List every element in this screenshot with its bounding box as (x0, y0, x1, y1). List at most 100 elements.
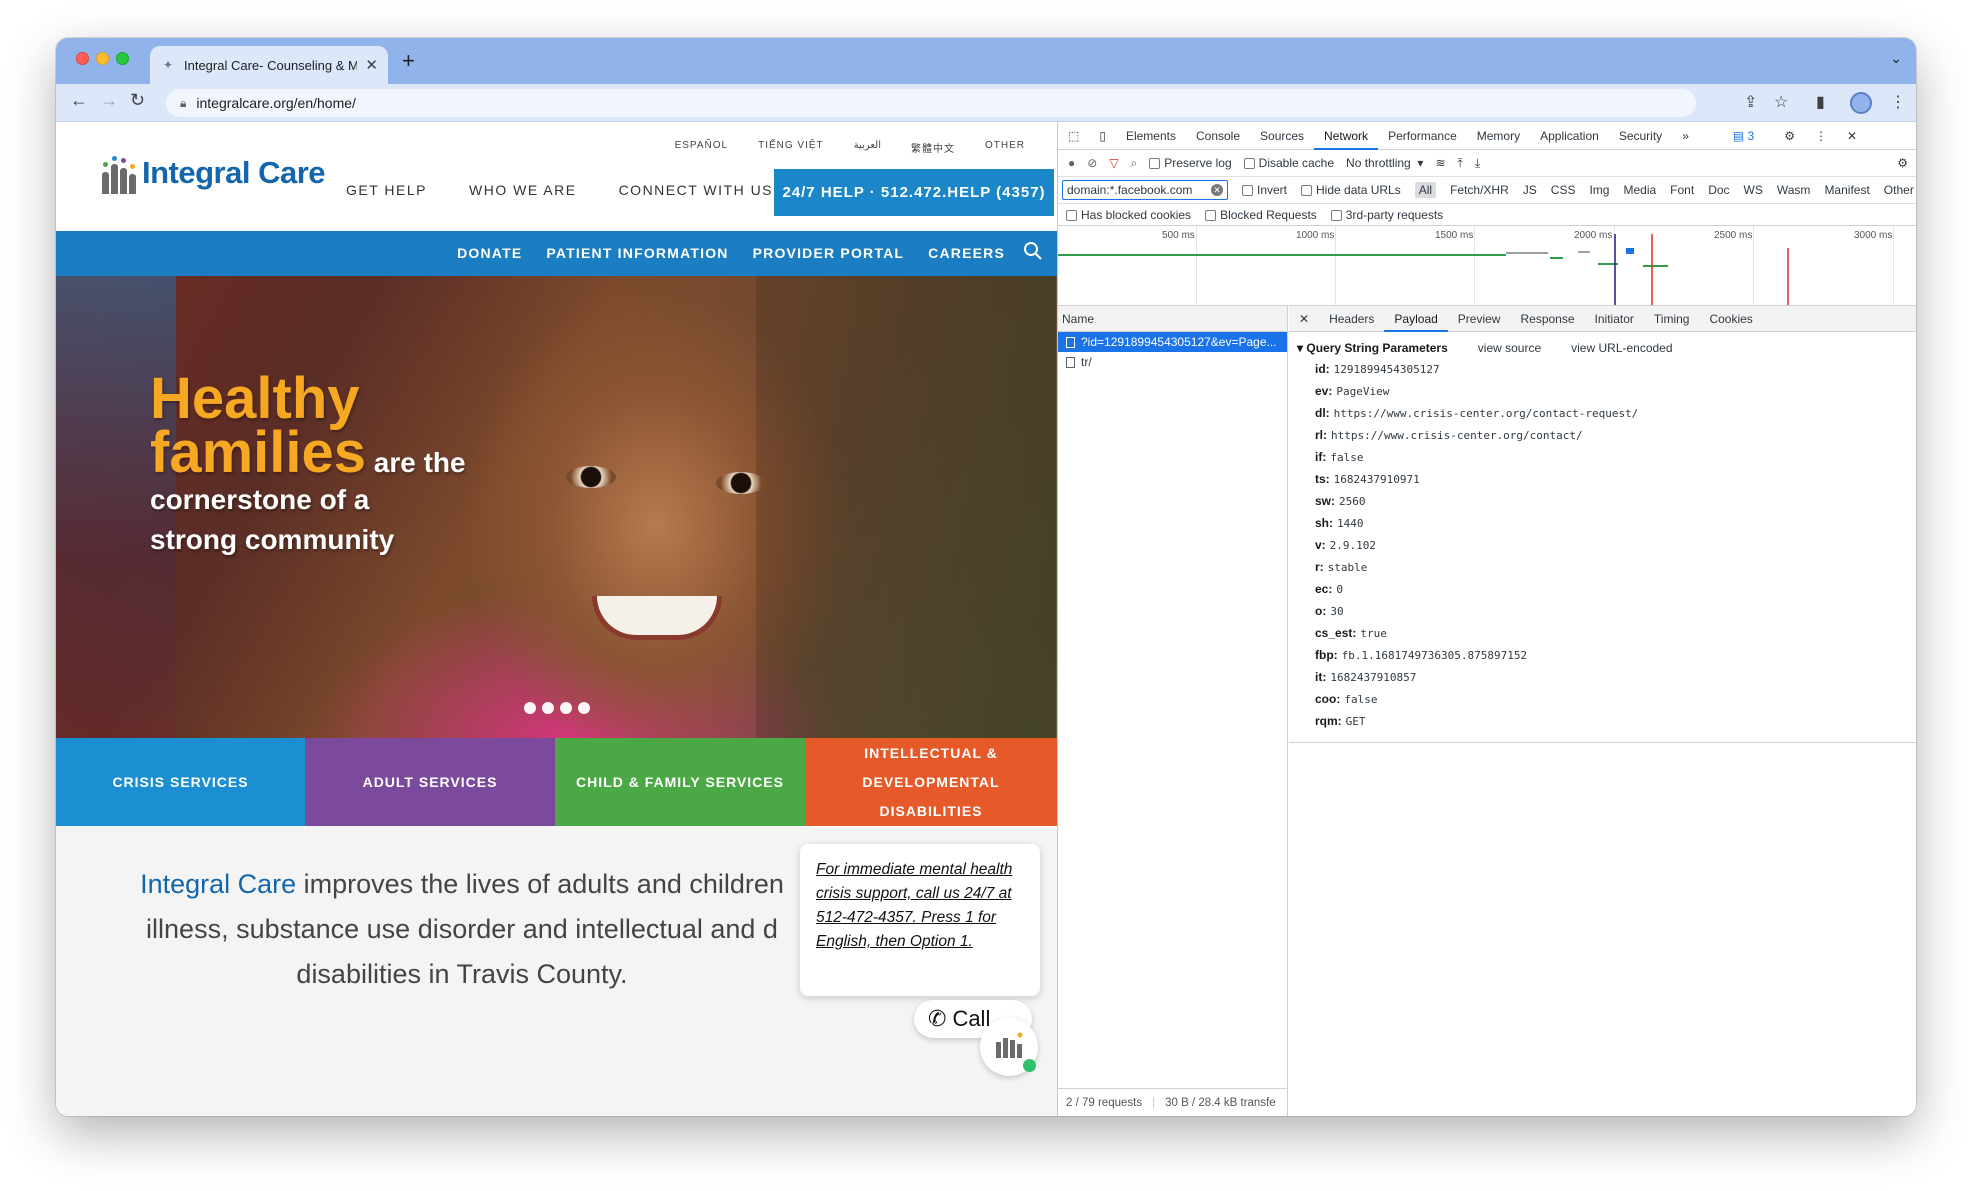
nav-donate[interactable]: DONATE (457, 245, 522, 261)
profile-avatar[interactable] (1850, 92, 1872, 114)
type-filter-other[interactable]: Other (1884, 183, 1914, 197)
carousel-dot[interactable] (524, 702, 536, 714)
maximize-window-button[interactable] (116, 52, 129, 65)
url-text[interactable]: integralcare.org/en/home/ (196, 95, 356, 111)
invert-checkbox[interactable]: Invert (1242, 183, 1287, 197)
name-column-header[interactable]: Name (1058, 306, 1287, 332)
side-panel-icon[interactable]: ▮ (1816, 92, 1825, 112)
tab-sources[interactable]: Sources (1250, 122, 1314, 150)
tile-idd-services[interactable]: INTELLECTUAL & DEVELOPMENTAL DISABILITIE… (805, 738, 1057, 826)
record-icon[interactable]: ● (1068, 156, 1075, 170)
site-logo[interactable]: Integral Care (100, 152, 326, 194)
close-devtools-icon[interactable]: ✕ (1837, 122, 1867, 150)
tab-initiator[interactable]: Initiator (1585, 306, 1644, 332)
tab-search-chevron-icon[interactable]: ⌄ (1890, 50, 1902, 67)
third-party-checkbox[interactable]: 3rd-party requests (1330, 208, 1443, 222)
tab-performance[interactable]: Performance (1378, 122, 1467, 150)
tile-child-family-services[interactable]: CHILD & FAMILY SERVICES (555, 738, 805, 826)
carousel-dot[interactable] (542, 702, 554, 714)
clear-filter-icon[interactable]: ✕ (1211, 184, 1223, 196)
nav-provider-portal[interactable]: PROVIDER PORTAL (753, 245, 905, 261)
tab-timing[interactable]: Timing (1644, 306, 1700, 332)
new-tab-icon[interactable]: + (402, 48, 415, 74)
nav-connect-with-us[interactable]: CONNECT WITH US (619, 182, 773, 198)
nav-patient-information[interactable]: PATIENT INFORMATION (546, 245, 728, 261)
tab-preview[interactable]: Preview (1448, 306, 1511, 332)
network-overview-timeline[interactable]: 500 ms 1000 ms 1500 ms 2000 ms 2500 ms 3… (1058, 226, 1916, 306)
throttling-select[interactable]: No throttling ▾ (1346, 156, 1423, 170)
share-icon[interactable]: ⇪ (1744, 92, 1757, 112)
search-network-icon[interactable]: ⌕ (1131, 156, 1138, 171)
lang-other[interactable]: OTHER (985, 140, 1025, 155)
tile-crisis-services[interactable]: CRISIS SERVICES (56, 738, 305, 826)
hide-data-urls-checkbox[interactable]: Hide data URLs (1301, 183, 1401, 197)
tab-network[interactable]: Network (1314, 122, 1379, 150)
back-arrow-icon[interactable]: ← (70, 90, 88, 111)
query-string-header[interactable]: ▾ Query String Parameters view source vi… (1289, 332, 1916, 358)
lang-chinese[interactable]: 繁體中文 (911, 140, 955, 155)
blocked-requests-checkbox[interactable]: Blocked Requests (1205, 208, 1317, 222)
type-filter-manifest[interactable]: Manifest (1824, 183, 1869, 197)
type-filter-fetch[interactable]: Fetch/XHR (1450, 183, 1509, 197)
type-filter-wasm[interactable]: Wasm (1777, 183, 1811, 197)
browser-menu-icon[interactable]: ⋮ (1890, 92, 1906, 112)
network-settings-icon[interactable]: ⚙ (1897, 156, 1908, 170)
address-bar[interactable]: 🔒︎ integralcare.org/en/home/ (166, 89, 1696, 117)
blocked-cookies-checkbox[interactable]: Has blocked cookies (1066, 208, 1191, 222)
tab-console[interactable]: Console (1186, 122, 1250, 150)
lock-icon[interactable]: 🔒︎ (180, 96, 186, 111)
tab-response[interactable]: Response (1510, 306, 1584, 332)
type-filter-doc[interactable]: Doc (1708, 183, 1729, 197)
type-filter-img[interactable]: Img (1589, 183, 1609, 197)
view-source-link[interactable]: view source (1478, 341, 1541, 355)
chat-widget-button[interactable] (980, 1018, 1038, 1076)
type-filter-css[interactable]: CSS (1551, 183, 1576, 197)
request-row[interactable]: ?id=1291899454305127&ev=Page... (1058, 332, 1287, 352)
disable-cache-checkbox[interactable]: Disable cache (1243, 156, 1334, 170)
issues-badge[interactable]: ▤ 3 (1723, 122, 1764, 150)
disclosure-triangle-icon[interactable]: ▾ (1297, 341, 1303, 355)
nav-who-we-are[interactable]: WHO WE ARE (469, 182, 577, 198)
crisis-popup[interactable]: For immediate mental health crisis suppo… (800, 844, 1040, 996)
tab-elements[interactable]: Elements (1116, 122, 1186, 150)
type-filter-media[interactable]: Media (1623, 183, 1656, 197)
tab-security[interactable]: Security (1609, 122, 1672, 150)
help-line-button[interactable]: 24/7 HELP · 512.472.HELP (4357) (774, 169, 1054, 216)
reload-icon[interactable]: ↻ (130, 90, 145, 111)
filter-icon[interactable]: ▽ (1109, 156, 1118, 170)
nav-get-help[interactable]: GET HELP (346, 182, 427, 198)
filter-input[interactable]: domain:*.facebook.com ✕ (1062, 180, 1228, 200)
more-tabs-icon[interactable]: » (1672, 122, 1699, 150)
tab-memory[interactable]: Memory (1467, 122, 1530, 150)
preserve-log-checkbox[interactable]: Preserve log (1149, 156, 1232, 170)
view-url-encoded-link[interactable]: view URL-encoded (1571, 341, 1672, 355)
tile-adult-services[interactable]: ADULT SERVICES (305, 738, 555, 826)
tab-payload[interactable]: Payload (1384, 306, 1448, 332)
type-filter-ws[interactable]: WS (1744, 183, 1763, 197)
carousel-dot[interactable] (578, 702, 590, 714)
type-filter-all[interactable]: All (1414, 182, 1437, 198)
type-filter-js[interactable]: JS (1523, 183, 1537, 197)
settings-gear-icon[interactable]: ⚙ (1774, 122, 1805, 150)
network-conditions-icon[interactable]: ≋ (1435, 156, 1445, 170)
close-detail-icon[interactable]: ✕ (1289, 306, 1319, 332)
tab-cookies[interactable]: Cookies (1699, 306, 1762, 332)
import-har-icon[interactable]: ⤒ (1458, 156, 1463, 171)
browser-tab[interactable]: ✦ Integral Care- Counseling & Me ✕ (150, 46, 388, 84)
carousel-dot[interactable] (560, 702, 572, 714)
bookmark-star-icon[interactable]: ☆ (1774, 92, 1788, 112)
lang-espanol[interactable]: ESPAÑOL (675, 140, 729, 155)
devtools-menu-icon[interactable]: ⋮ (1805, 122, 1837, 150)
lang-vietnamese[interactable]: TIẾNG VIỆT (758, 140, 824, 155)
close-window-button[interactable] (76, 52, 89, 65)
minimize-window-button[interactable] (96, 52, 109, 65)
lang-arabic[interactable]: العربية (854, 140, 881, 155)
export-har-icon[interactable]: ⤓ (1475, 156, 1480, 171)
forward-arrow-icon[interactable]: → (100, 90, 118, 111)
clear-icon[interactable]: ⊘ (1087, 156, 1097, 170)
device-toolbar-icon[interactable]: ▯ (1089, 122, 1116, 150)
type-filter-font[interactable]: Font (1670, 183, 1694, 197)
search-icon[interactable] (1023, 241, 1043, 261)
request-row[interactable]: tr/ (1058, 352, 1287, 372)
close-tab-icon[interactable]: ✕ (365, 56, 378, 74)
